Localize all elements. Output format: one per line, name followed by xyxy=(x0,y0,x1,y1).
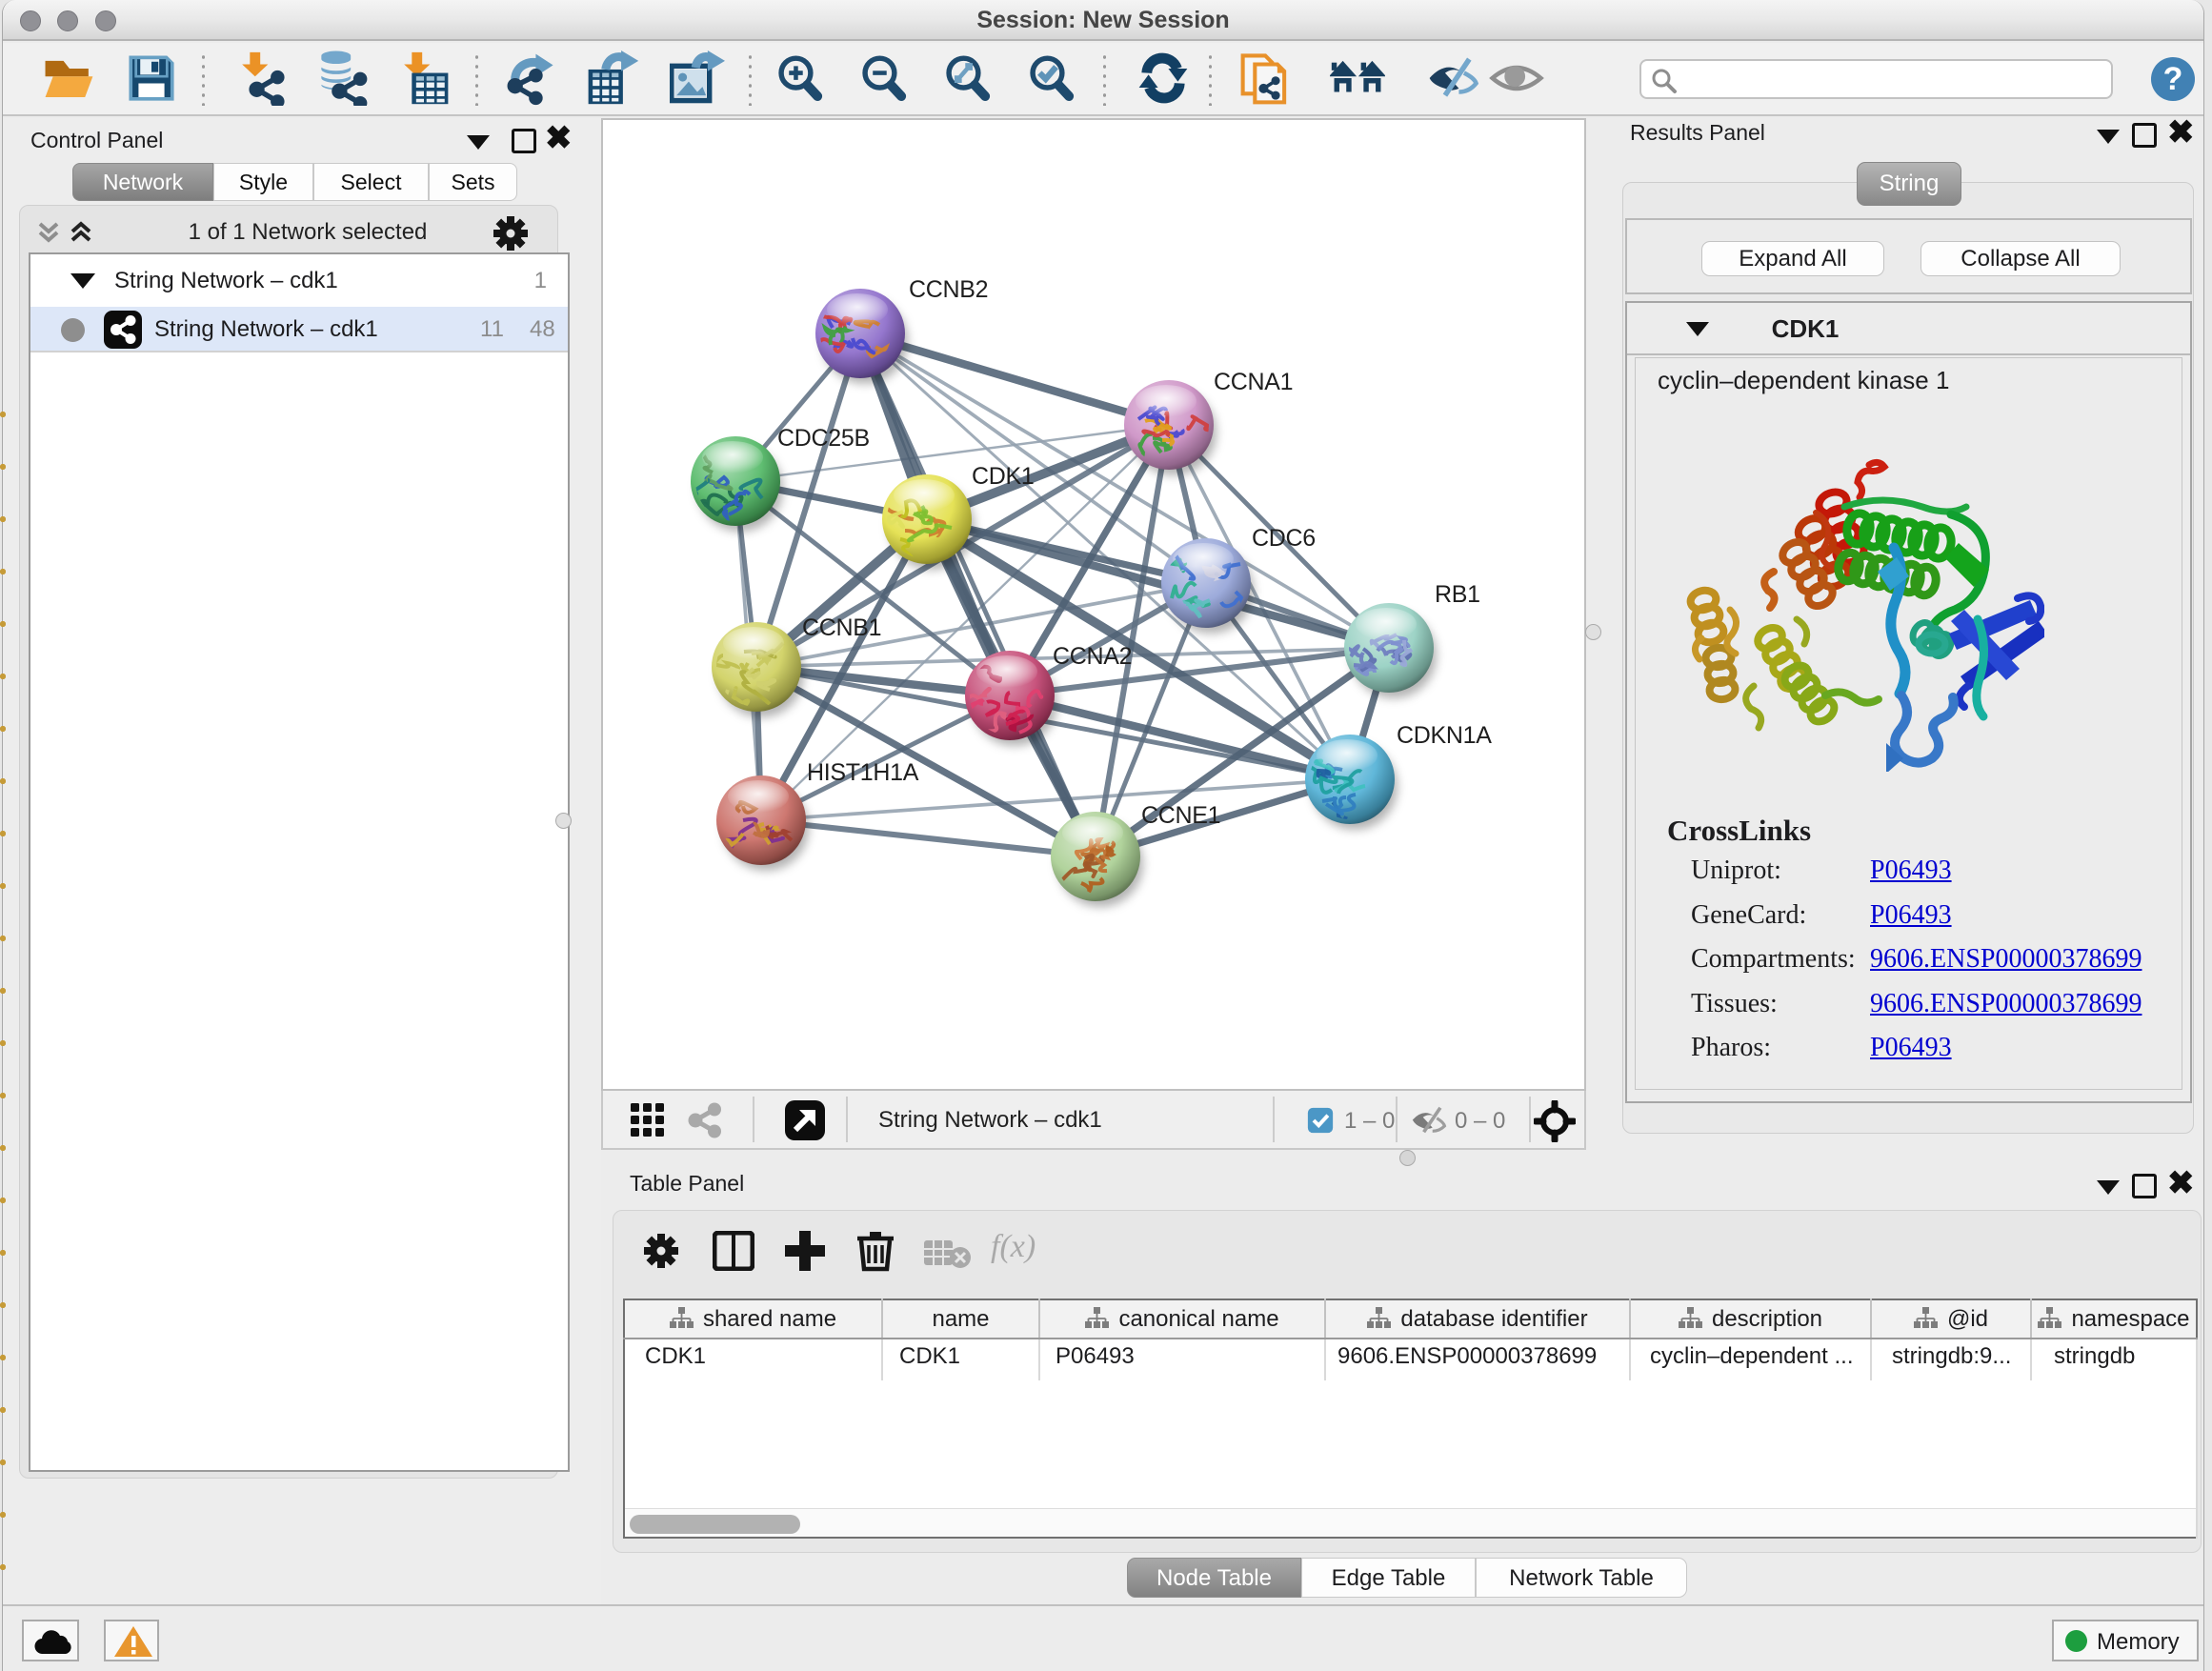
svg-text:RB1: RB1 xyxy=(1435,581,1480,608)
svg-text:CCNA1: CCNA1 xyxy=(1214,369,1293,395)
svg-text:CDC6: CDC6 xyxy=(1252,525,1316,552)
svg-text:CCNA2: CCNA2 xyxy=(1053,643,1132,670)
svg-text:CCNB2: CCNB2 xyxy=(909,276,988,303)
svg-text:CDC25B: CDC25B xyxy=(777,425,870,452)
svg-text:CDK1: CDK1 xyxy=(972,463,1035,490)
svg-text:CCNB1: CCNB1 xyxy=(802,614,881,641)
svg-text:CCNE1: CCNE1 xyxy=(1141,802,1220,829)
svg-text:HIST1H1A: HIST1H1A xyxy=(807,759,919,786)
svg-text:CDKN1A: CDKN1A xyxy=(1397,722,1492,749)
